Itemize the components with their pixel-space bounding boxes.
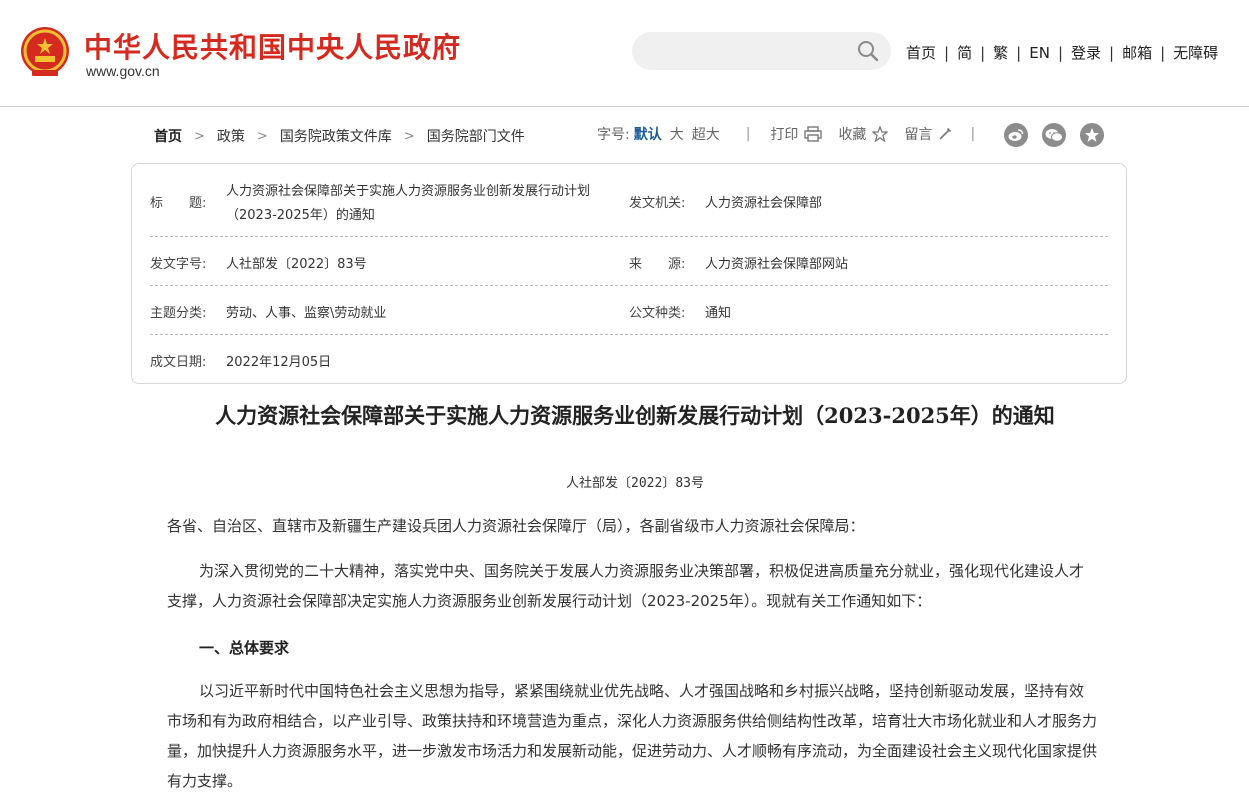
meta-docno-label: 发文字号:: [150, 257, 207, 272]
nav-simplified[interactable]: 简: [957, 42, 972, 63]
meta-type-label: 公文种类:: [629, 306, 686, 321]
nav-separator: |: [1160, 43, 1166, 62]
meta-title-line1: 人力资源社会保障部关于实施人力资源服务业创新发展行动计划: [226, 184, 591, 199]
meta-type: 通知: [705, 306, 732, 321]
document-paragraph: 以习近平新时代中国特色社会主义思想为指导，紧紧围绕就业优先战略、人才强国战略和乡…: [167, 682, 1098, 790]
nav-separator: |: [1109, 43, 1115, 62]
nav-mail[interactable]: 邮箱: [1122, 42, 1152, 63]
font-size-default[interactable]: 默认: [634, 124, 662, 144]
site-header: 中华人民共和国中央人民政府 www.gov.cn 首页 | 简 | 繁 | EN…: [0, 0, 1249, 107]
breadcrumb-policy-library[interactable]: 国务院政策文件库: [280, 126, 392, 146]
document-metadata: 标 题: 人力资源社会保障部关于实施人力资源服务业创新发展行动计划 （2023-…: [131, 163, 1127, 384]
meta-source-label: 来 源:: [629, 257, 686, 272]
meta-topic-label: 主题分类:: [150, 306, 207, 321]
breadcrumb-dept-docs[interactable]: 国务院部门文件: [427, 126, 525, 146]
print-button[interactable]: 打印: [770, 124, 798, 144]
font-size-large[interactable]: 大: [670, 124, 684, 144]
meta-topic: 劳动、人事、监察\劳动就业: [226, 306, 387, 321]
document-number: 人社部发〔2022〕83号: [566, 476, 704, 491]
meta-divider: [150, 236, 1108, 237]
site-url: www.gov.cn: [86, 63, 160, 79]
site-title[interactable]: 中华人民共和国中央人民政府: [84, 26, 461, 66]
meta-divider: [150, 285, 1108, 286]
page-tools: 字号: 默认 大 超大 | 打印 收藏 留言 |: [597, 124, 975, 144]
document-addressee: 各省、自治区、直辖市及新疆生产建设兵团人力资源社会保障厅（局），各副省级市人力资…: [167, 517, 865, 535]
font-size-xlarge[interactable]: 超大: [692, 124, 720, 144]
section-heading: 一、总体要求: [199, 639, 290, 657]
meta-source: 人力资源社会保障部网站: [705, 257, 849, 272]
meta-docno: 人社部发〔2022〕83号: [226, 257, 367, 272]
nav-accessibility[interactable]: 无障碍: [1173, 42, 1218, 63]
breadcrumb-home[interactable]: 首页: [154, 126, 182, 146]
tools-separator: |: [745, 126, 751, 142]
document-paragraph: 为深入贯彻党的二十大精神，落实党中央、国务院关于发展人力资源服务业决策部署，积极…: [167, 562, 1085, 610]
search-input[interactable]: [632, 32, 891, 70]
breadcrumb-policy[interactable]: 政策: [217, 126, 245, 146]
star-icon[interactable]: [1080, 123, 1104, 147]
nav-separator: |: [980, 43, 986, 62]
meta-divider: [150, 334, 1108, 335]
chevron-right-icon: >: [403, 128, 415, 144]
national-emblem-icon[interactable]: [20, 26, 70, 78]
meta-issuer-label: 发文机关:: [629, 196, 686, 211]
nav-separator: |: [1057, 43, 1063, 62]
top-nav: 首页 | 简 | 繁 | EN | 登录 | 邮箱 | 无障碍: [906, 42, 1218, 63]
wechat-icon[interactable]: [1042, 123, 1066, 147]
pencil-icon[interactable]: [938, 127, 952, 141]
nav-traditional[interactable]: 繁: [993, 42, 1008, 63]
nav-home[interactable]: 首页: [906, 42, 936, 63]
font-size-label: 字号:: [597, 127, 630, 143]
breadcrumb: 首页 > 政策 > 国务院政策文件库 > 国务院部门文件: [154, 126, 525, 146]
star-outline-icon[interactable]: [872, 126, 889, 142]
printer-icon[interactable]: [804, 126, 823, 142]
comment-button[interactable]: 留言: [904, 124, 932, 144]
share-icons: [1004, 123, 1118, 147]
nav-separator: |: [944, 43, 950, 62]
meta-title-line2: （2023-2025年）的通知: [226, 208, 375, 223]
tools-separator: |: [970, 126, 976, 142]
chevron-right-icon: >: [194, 128, 205, 144]
meta-issuer: 人力资源社会保障部: [705, 196, 823, 211]
meta-date-label: 成文日期:: [150, 355, 207, 370]
chevron-right-icon: >: [256, 128, 268, 144]
meta-title-label: 标 题:: [150, 196, 207, 211]
nav-separator: |: [1016, 43, 1022, 62]
weibo-icon[interactable]: [1004, 123, 1028, 147]
nav-login[interactable]: 登录: [1071, 42, 1101, 63]
document-title: 人力资源社会保障部关于实施人力资源服务业创新发展行动计划（2023-2025年）…: [215, 403, 1055, 428]
nav-english[interactable]: EN: [1029, 44, 1050, 62]
search-icon[interactable]: [857, 40, 879, 62]
favorite-button[interactable]: 收藏: [838, 124, 866, 144]
meta-date: 2022年12月05日: [226, 355, 332, 370]
